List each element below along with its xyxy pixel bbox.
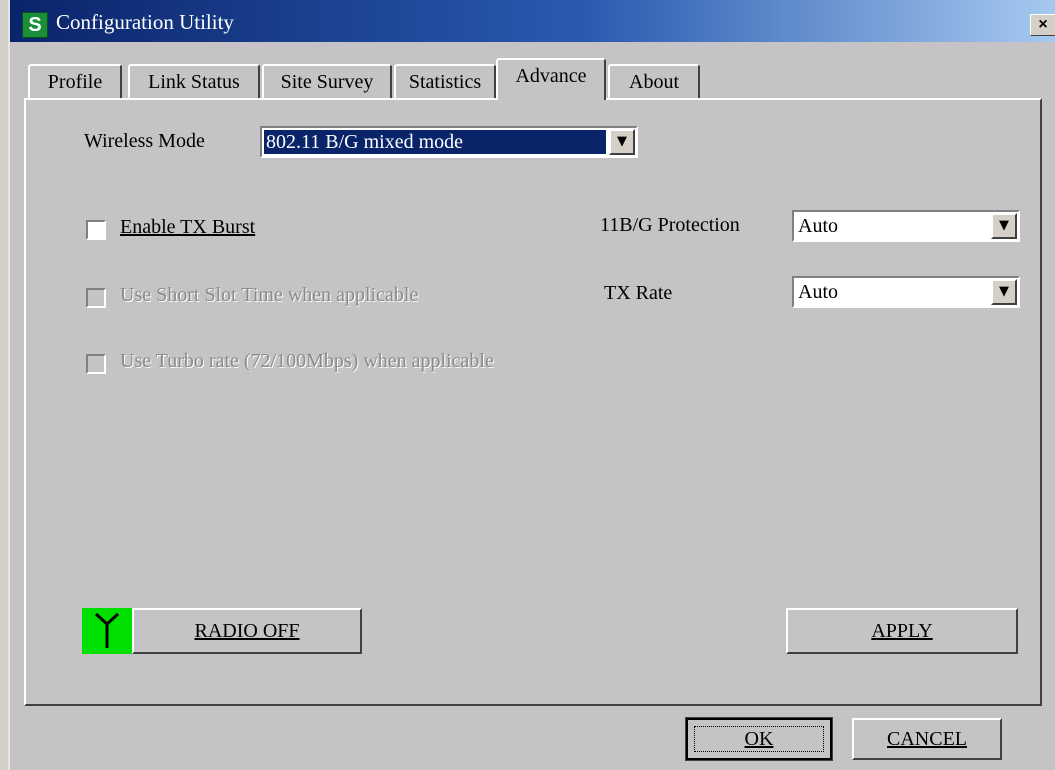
close-button[interactable]: × xyxy=(1030,14,1055,36)
tx-rate-label: TX Rate xyxy=(604,282,673,304)
radio-off-button[interactable]: RADIO OFF xyxy=(132,608,362,654)
protection-label: 11B/G Protection xyxy=(600,214,740,236)
short-slot-label: Use Short Slot Time when applicable xyxy=(120,284,419,306)
tab-site-survey[interactable]: Site Survey xyxy=(262,64,392,98)
configuration-utility-window: S Configuration Utility × Profile Link S… xyxy=(8,0,1055,770)
cancel-button[interactable]: CANCEL xyxy=(852,718,1002,760)
enable-tx-burst-label[interactable]: Enable TX Burst xyxy=(120,216,255,239)
wireless-mode-label: Wireless Mode xyxy=(84,130,205,152)
radio-off-label: RADIO OFF xyxy=(194,620,300,642)
tab-link-status[interactable]: Link Status xyxy=(128,64,260,98)
window-title: Configuration Utility xyxy=(56,10,234,34)
tx-rate-select[interactable]: Auto ▼ xyxy=(792,276,1020,308)
wireless-mode-value: 802.11 B/G mixed mode xyxy=(264,130,606,154)
antenna-icon xyxy=(94,612,120,648)
enable-tx-burst-label-text: Enable TX Burst xyxy=(120,216,256,238)
tx-rate-value: Auto xyxy=(798,281,838,303)
apply-label: APPLY xyxy=(871,620,933,642)
chevron-down-icon[interactable]: ▼ xyxy=(991,279,1017,305)
ok-button[interactable]: OK xyxy=(685,717,833,761)
chevron-down-icon[interactable]: ▼ xyxy=(991,213,1017,239)
ok-label: OK xyxy=(744,728,774,750)
protection-select[interactable]: Auto ▼ xyxy=(792,210,1020,242)
protection-value: Auto xyxy=(798,215,838,237)
turbo-rate-label: Use Turbo rate (72/100Mbps) when applica… xyxy=(120,350,494,372)
enable-tx-burst-checkbox[interactable] xyxy=(86,220,106,240)
title-bar[interactable]: S Configuration Utility × xyxy=(10,0,1055,42)
app-icon: S xyxy=(22,12,48,38)
apply-button[interactable]: APPLY xyxy=(786,608,1018,654)
short-slot-checkbox[interactable] xyxy=(86,288,106,308)
cancel-label: CANCEL xyxy=(887,728,967,750)
tab-profile[interactable]: Profile xyxy=(28,64,122,98)
radio-status-indicator xyxy=(82,608,132,654)
wireless-mode-select[interactable]: 802.11 B/G mixed mode ▼ xyxy=(260,126,638,158)
tab-about[interactable]: About xyxy=(608,64,700,98)
tab-advance[interactable]: Advance xyxy=(496,58,606,100)
tab-statistics[interactable]: Statistics xyxy=(394,64,496,98)
turbo-rate-checkbox[interactable] xyxy=(86,354,106,374)
chevron-down-icon[interactable]: ▼ xyxy=(609,129,635,155)
